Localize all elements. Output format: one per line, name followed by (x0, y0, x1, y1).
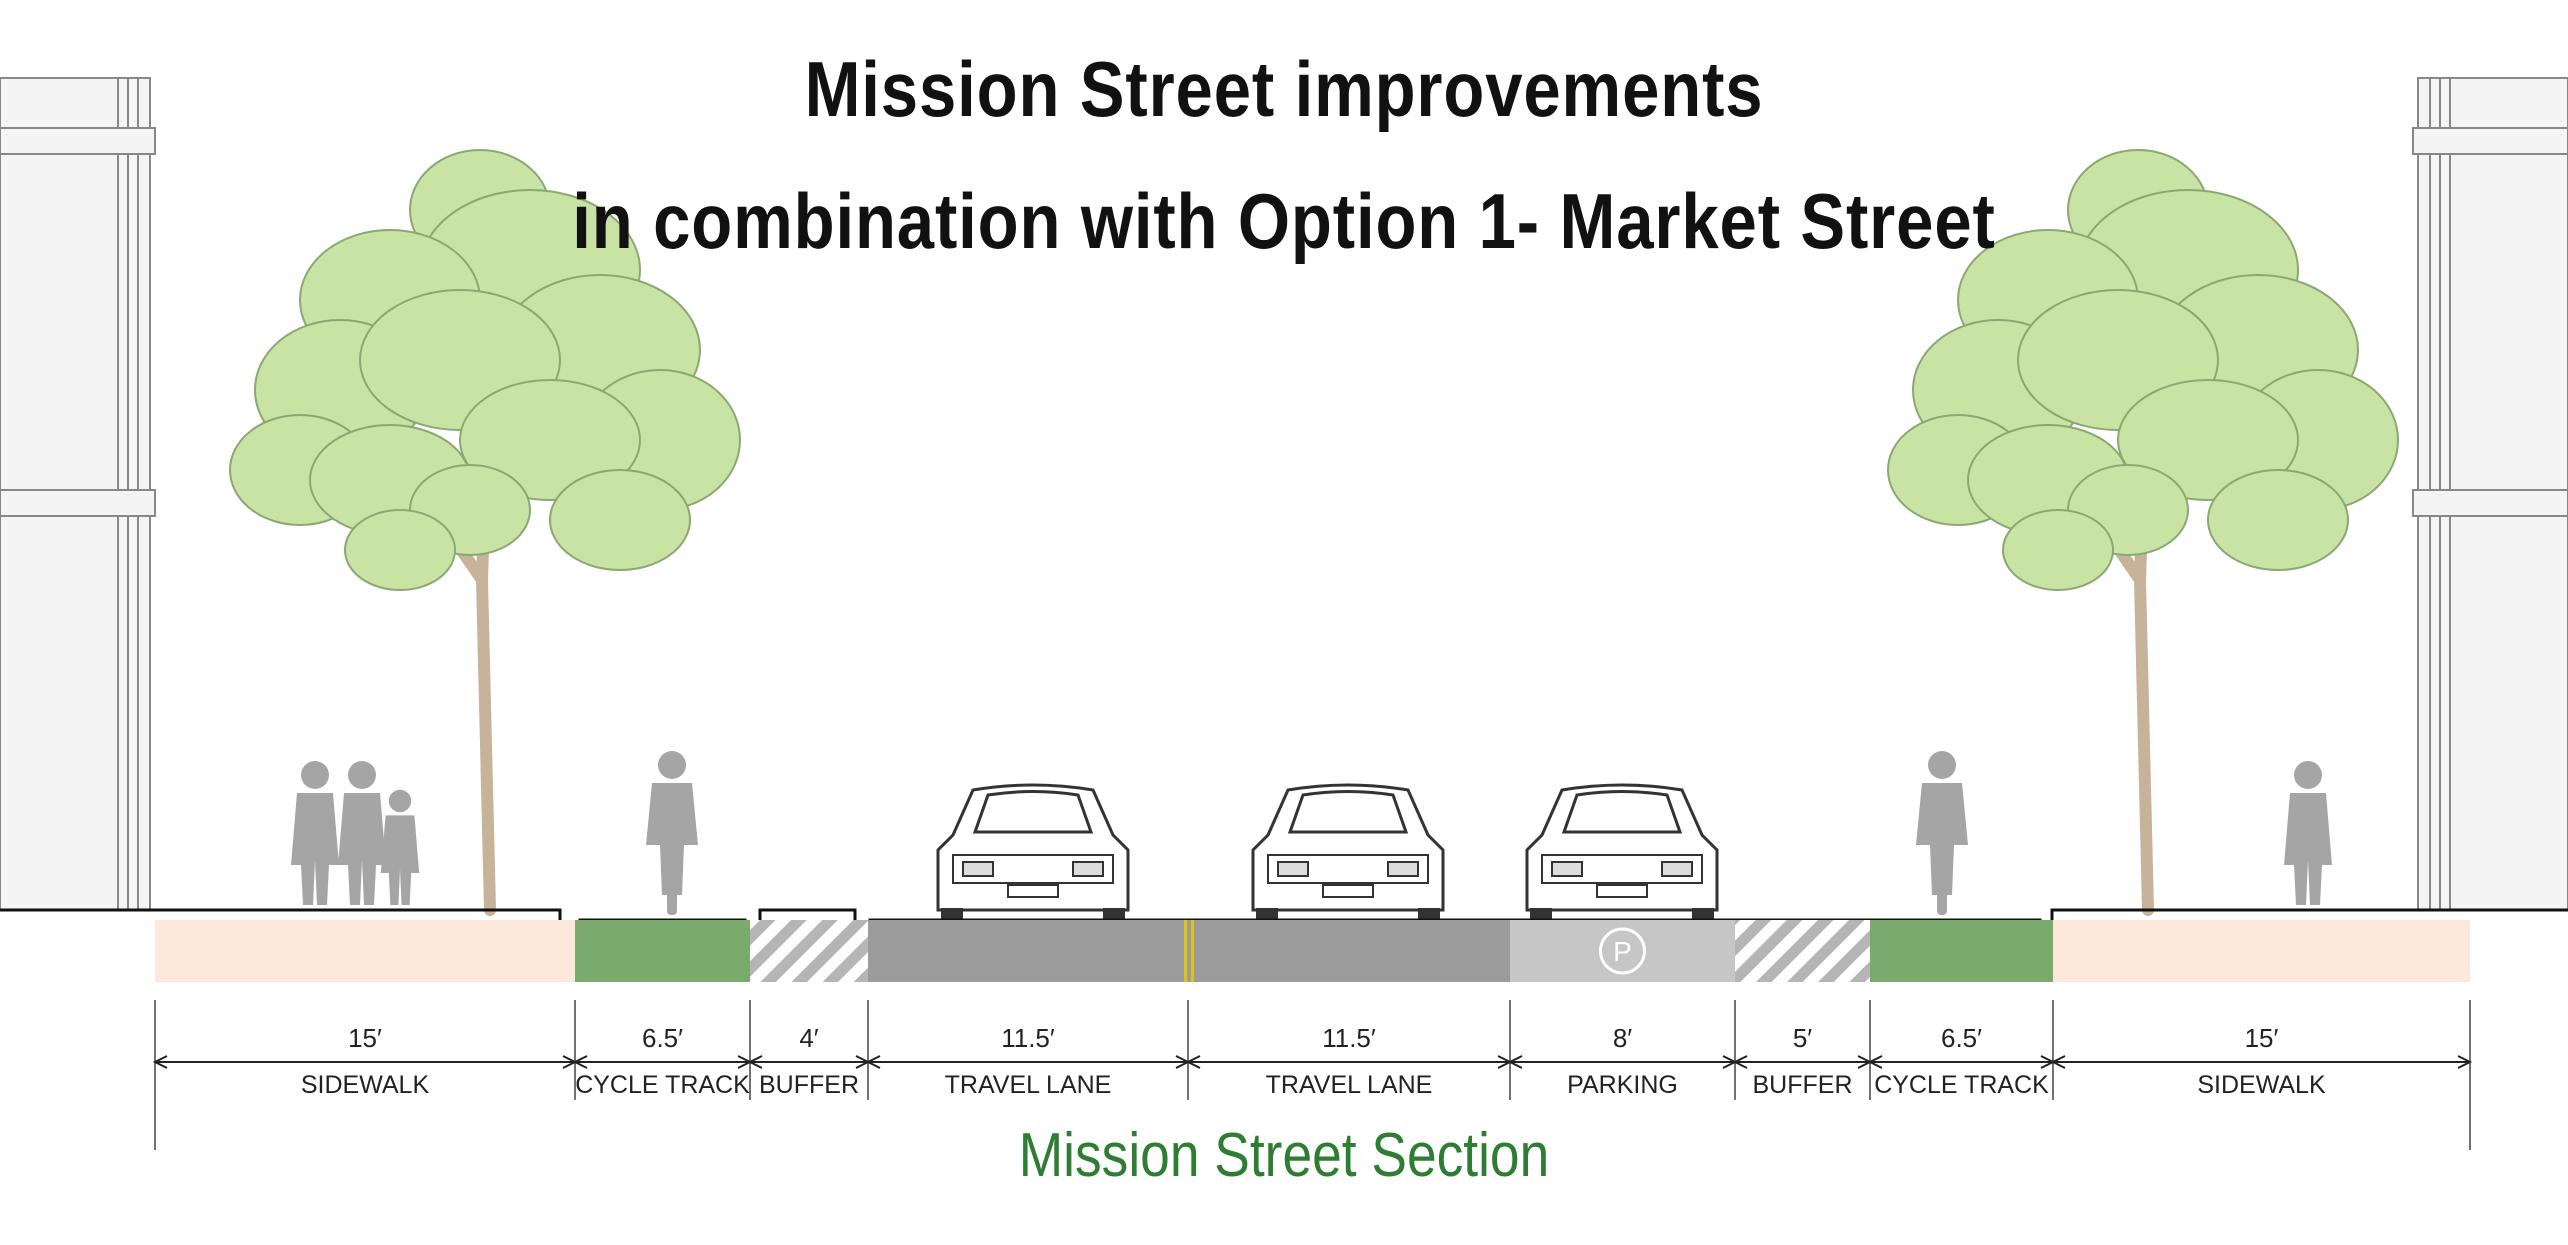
segment-label: CYCLE TRACK (575, 1071, 750, 1099)
pedestrian-icon (2284, 761, 2332, 905)
segment-label: PARKING (1567, 1071, 1678, 1099)
band-buffer (750, 920, 868, 982)
car-front-icon (936, 783, 1130, 930)
section-band: P (155, 920, 2470, 982)
cyclist-icon (1916, 751, 1968, 915)
car-rear-icon (1251, 783, 1445, 930)
band-travel-lane (1188, 920, 1510, 982)
band-cycle-track (1870, 920, 2053, 982)
svg-text:P: P (1613, 936, 1632, 967)
segment-width: 11.5′ (1001, 1023, 1055, 1053)
centerline-stripe (1184, 920, 1187, 982)
building-facade-icon (2412, 77, 2568, 911)
segment-label: TRAVEL LANE (1265, 1071, 1433, 1099)
band-buffer (1735, 920, 1870, 982)
band-cycle-track (575, 920, 750, 982)
segment-width: 6.5′ (641, 1023, 684, 1053)
segment-label: CYCLE TRACK (1874, 1071, 2049, 1099)
segment-width: 8′ (1612, 1023, 1633, 1053)
page-title-line-1: Mission Street improvements (804, 45, 1764, 133)
band-travel-lane (868, 920, 1188, 982)
segment-width: 4′ (799, 1023, 819, 1053)
segment-label: TRAVEL LANE (944, 1071, 1112, 1099)
car-rear-icon (1525, 783, 1719, 930)
segment-width: 6.5′ (1940, 1023, 1983, 1053)
segment-label: BUFFER (1752, 1071, 1853, 1099)
segment-label: SIDEWALK (300, 1071, 430, 1099)
section-caption: Mission Street Section (1018, 1121, 1550, 1190)
segment-width: 15′ (2244, 1023, 2279, 1053)
centerline-stripe (1191, 920, 1194, 982)
segment-width: 11.5′ (1322, 1023, 1376, 1053)
segment-label: BUFFER (759, 1071, 859, 1099)
cyclist-icon (646, 751, 698, 915)
segment-label: SIDEWALK (2197, 1071, 2326, 1099)
pedestrian-icon (291, 761, 420, 905)
segment-width: 15′ (348, 1023, 382, 1053)
band-sidewalk (2053, 920, 2470, 982)
page-title-line-2: in combination with Option 1- Market Str… (572, 177, 1996, 265)
building-facade-icon (0, 77, 156, 911)
segment-width: 5′ (1792, 1023, 1813, 1053)
band-sidewalk (155, 920, 575, 982)
